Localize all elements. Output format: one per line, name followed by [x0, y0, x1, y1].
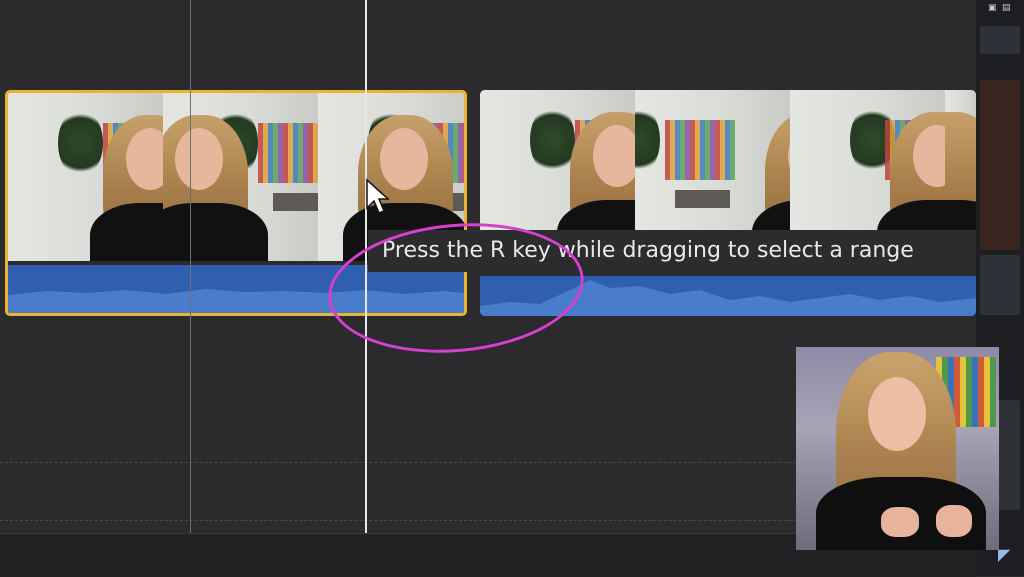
app-logo-icon: ◤ [998, 545, 1011, 564]
panel-block [980, 80, 1020, 250]
video-thumbnail [163, 93, 318, 261]
panel-block [980, 26, 1020, 54]
presenter-webcam [796, 347, 999, 550]
video-thumbnail [8, 93, 163, 261]
panel-block [980, 255, 1020, 315]
panel-icon: ▣ [988, 3, 997, 13]
panel-icon: ▤ [1002, 3, 1011, 13]
skimmer-line [190, 0, 191, 533]
pointer-cursor-icon [366, 178, 390, 214]
